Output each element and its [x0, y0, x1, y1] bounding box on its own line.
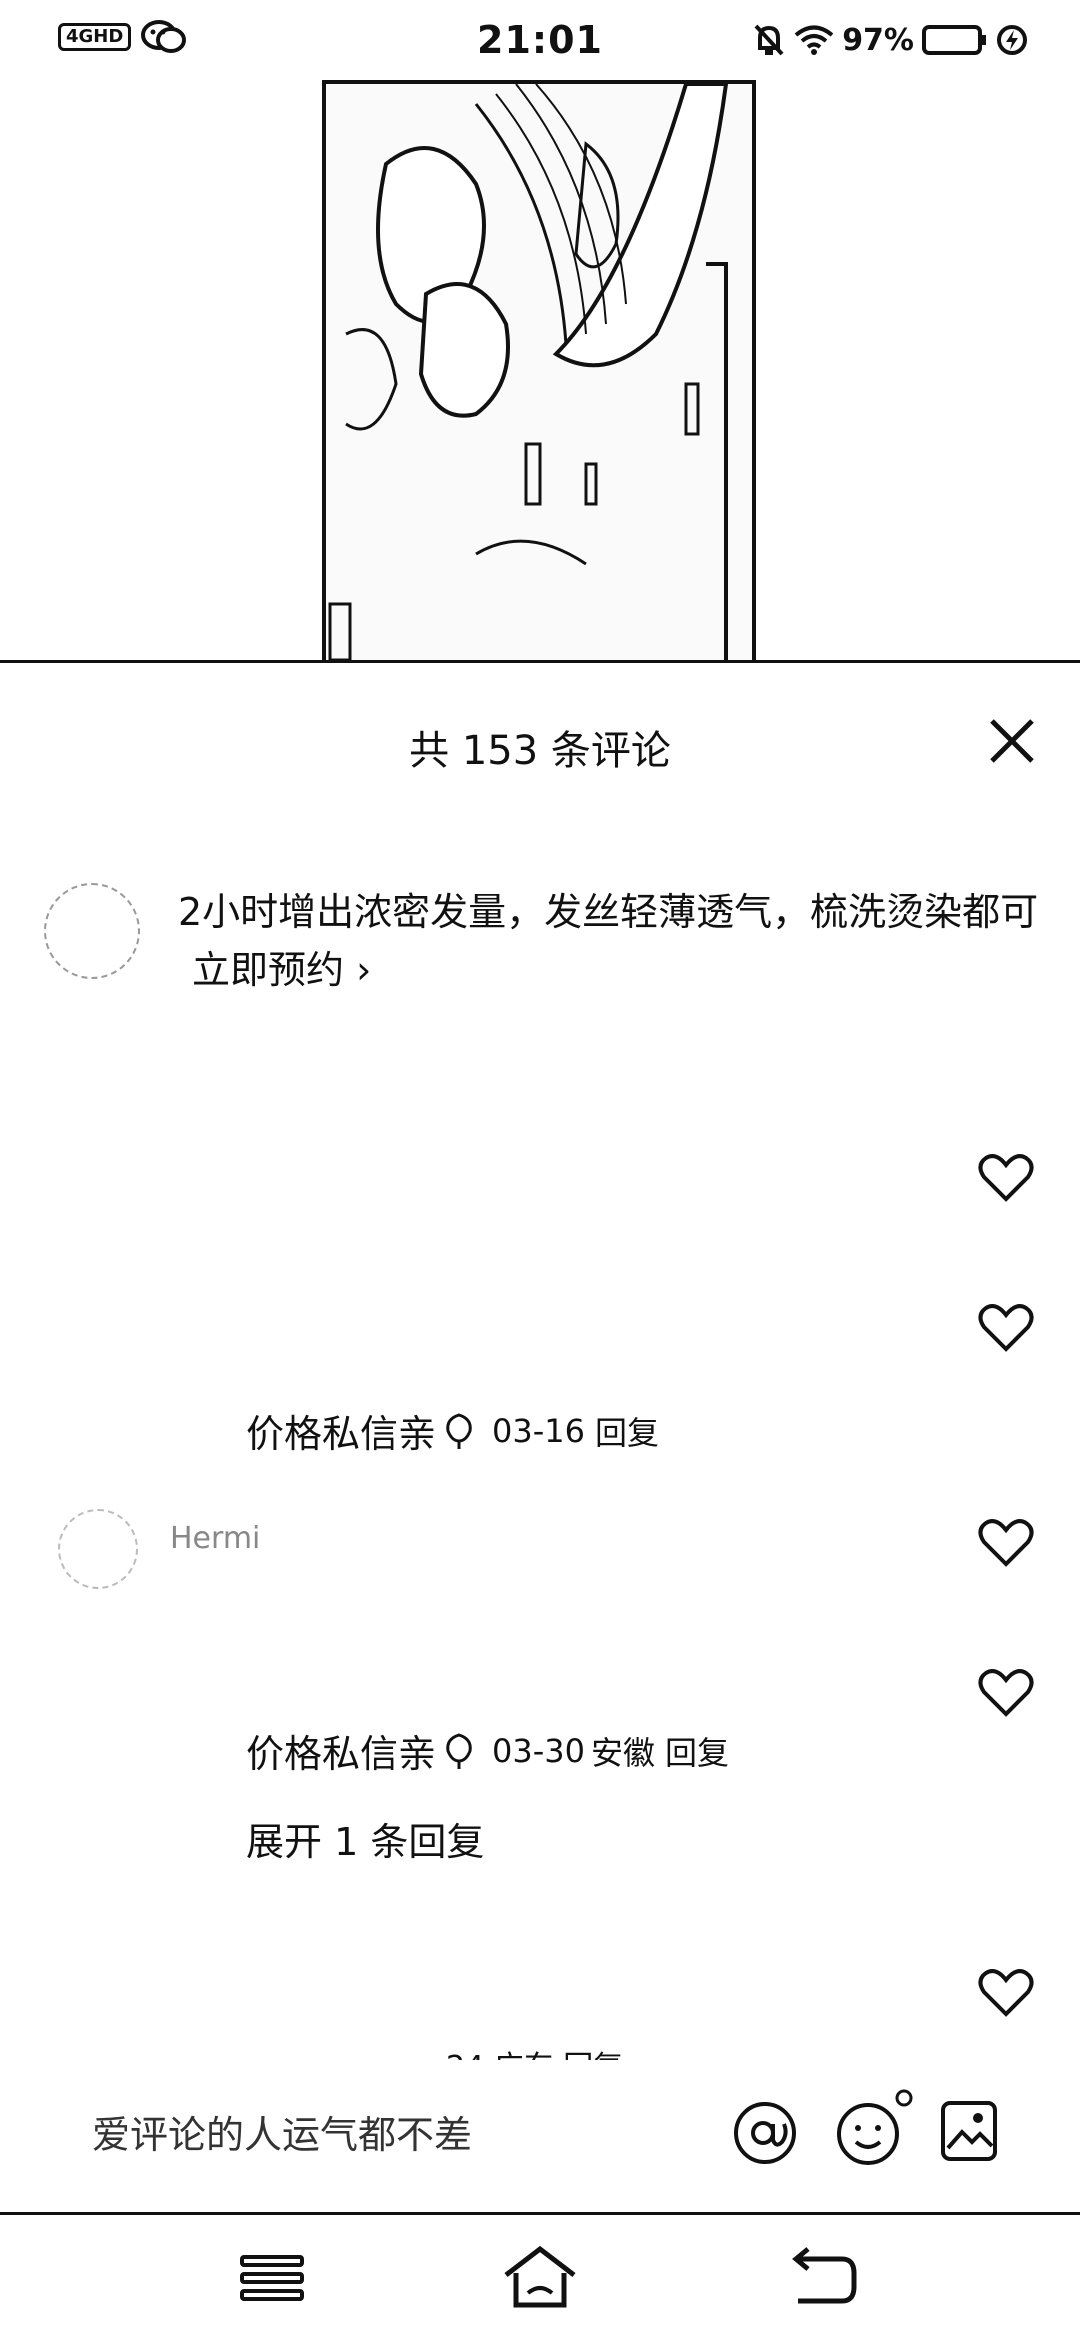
- battery-icon: [922, 25, 986, 55]
- comment-count-title: 共 153 条评论: [409, 728, 671, 774]
- video-preview[interactable]: [0, 80, 1080, 660]
- rose-emoji-icon: [446, 1412, 472, 1449]
- status-bar: 4GHD 21:01 97%: [0, 0, 1080, 80]
- at-icon[interactable]: [732, 2100, 798, 2166]
- heart-icon[interactable]: [978, 1153, 1034, 1203]
- comment-item: 价格私信亲 03-30 安徽 回复 展开 1 条回复: [0, 1723, 1080, 1883]
- comment-username[interactable]: Hermi: [170, 1521, 260, 1556]
- wifi-icon: [794, 25, 834, 55]
- comment-input[interactable]: 爱评论的人运气都不差: [92, 2104, 472, 2159]
- comment-item: 价格私信亲 03-16 回复: [0, 1243, 1080, 1457]
- status-right: 97%: [752, 22, 1028, 58]
- comment-text: 价格私信亲: [246, 1412, 437, 1456]
- heart-icon[interactable]: [978, 1518, 1034, 1568]
- avatar: [58, 1509, 138, 1589]
- avatar: [44, 883, 140, 979]
- smiley-icon[interactable]: [834, 2088, 914, 2168]
- heart-icon[interactable]: [978, 1968, 1034, 2018]
- heart-icon[interactable]: [978, 1303, 1034, 1353]
- comment-location: 安徽: [591, 1733, 656, 1772]
- comment-input-bar[interactable]: 爱评论的人运气都不差: [0, 2060, 1080, 2210]
- charging-icon: [997, 25, 1027, 55]
- comment-meta: 价格私信亲 03-16 回复: [246, 1403, 659, 1458]
- video-frame: [322, 80, 756, 660]
- comment-meta: 价格私信亲 03-30 安徽 回复: [246, 1723, 729, 1778]
- comment-text: 价格私信亲: [246, 1732, 437, 1776]
- ad-text-block: 2小时增出浓密发量，发丝轻薄透气，梳洗烫染都可立即预约 ›: [178, 883, 1048, 999]
- home-icon[interactable]: [500, 2243, 580, 2313]
- mute-icon: [754, 24, 784, 56]
- comment-item: Hermi: [0, 1493, 1080, 1613]
- sponsored-comment[interactable]: 2小时增出浓密发量，发丝轻薄透气，梳洗烫染都可立即预约 ›: [44, 883, 1044, 1043]
- comment-sheet: 共 153 条评论 2小时增出浓密发量，发丝轻薄透气，梳洗烫染都可立即预约 › …: [0, 660, 1080, 2213]
- comment-date: 03-16: [492, 1411, 585, 1450]
- comment-date: 03-30: [492, 1731, 585, 1770]
- ad-text: 2小时增出浓密发量，发丝轻薄透气，梳洗烫染都可: [178, 890, 1039, 934]
- image-icon[interactable]: [940, 2100, 998, 2162]
- close-icon[interactable]: [982, 711, 1042, 771]
- rose-emoji-icon: [446, 1732, 472, 1769]
- heart-icon[interactable]: [978, 1668, 1034, 1718]
- book-now-link[interactable]: 立即预约 ›: [192, 948, 371, 992]
- video-image: [328, 84, 729, 660]
- reply-link[interactable]: 回复: [665, 1728, 729, 1774]
- reply-link[interactable]: 回复: [595, 1408, 659, 1454]
- expand-replies-button[interactable]: 展开 1 条回复: [246, 1811, 484, 1866]
- system-nav-bar: [0, 2212, 1080, 2343]
- back-icon[interactable]: [784, 2243, 864, 2313]
- menu-icon[interactable]: [232, 2243, 312, 2313]
- battery-percent: 97%: [842, 22, 914, 58]
